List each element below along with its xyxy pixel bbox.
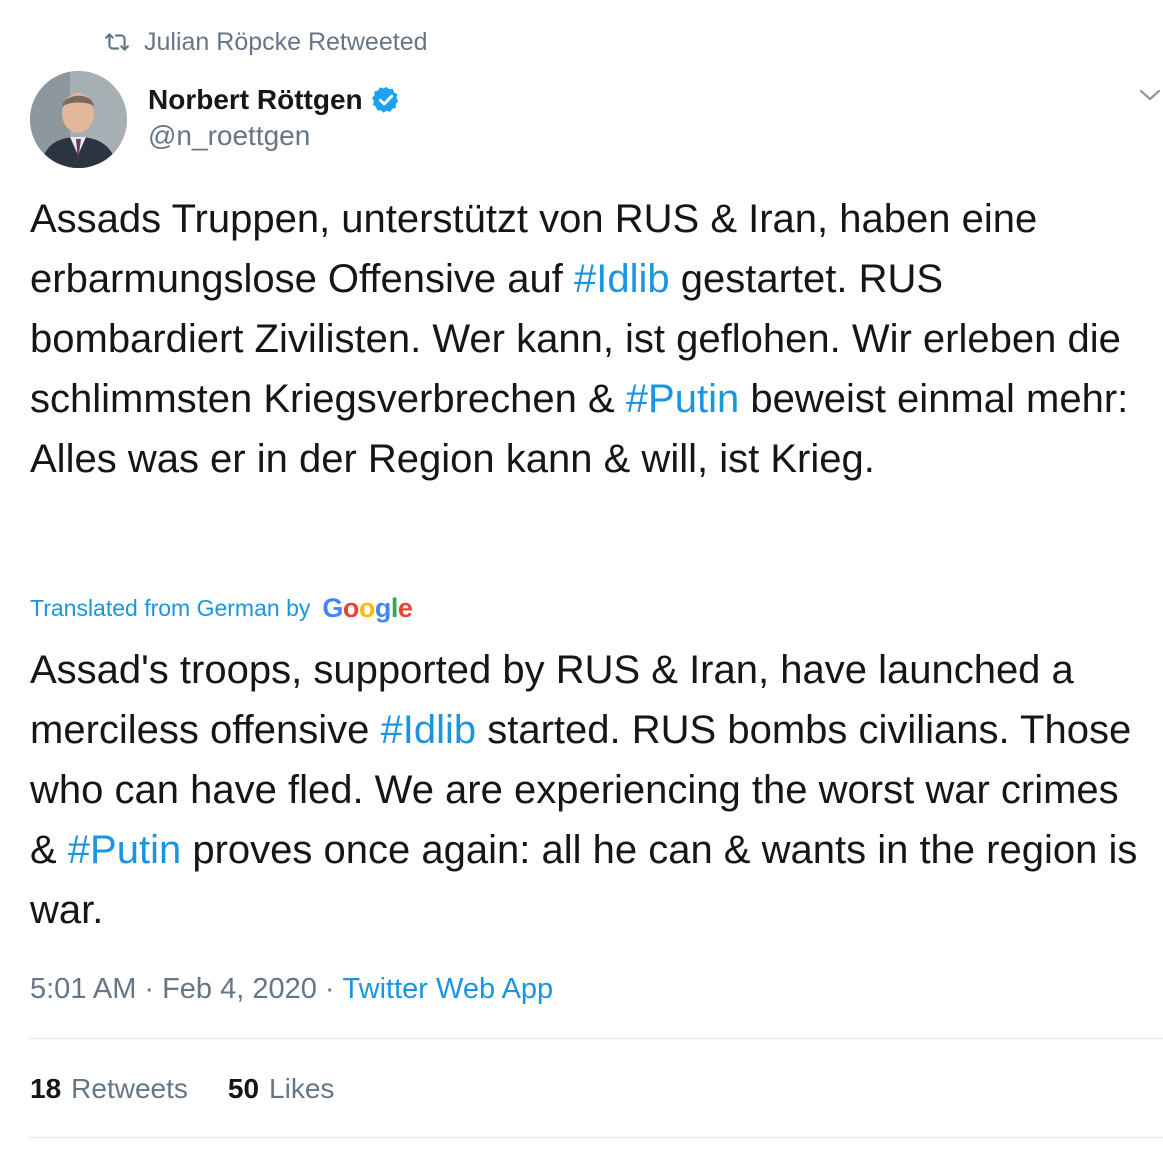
translation-attribution: Translated from German by Google [30,590,413,626]
likes-stat[interactable]: 50 Likes [228,1073,335,1105]
meta-separator: · [324,972,335,1005]
retweet-context[interactable]: Julian Röpcke Retweeted [104,26,428,58]
tweet-meta: 5:01 AM · Feb 4, 2020 · Twitter Web App [30,970,553,1008]
google-logo: Google [322,592,413,623]
tweet-source-link[interactable]: Twitter Web App [343,973,554,1006]
divider [30,1038,1163,1039]
tweet-text: Assads Truppen, unterstützt von RUS & Ir… [30,189,1155,489]
more-options-button[interactable] [1138,85,1162,105]
hashtag-link[interactable]: #Idlib [574,257,670,301]
hashtag-link[interactable]: #Idlib [381,708,477,752]
meta-separator: · [144,972,155,1005]
divider [30,1137,1163,1138]
retweet-context-text: Julian Röpcke Retweeted [144,27,428,56]
likes-count: 50 [227,1073,260,1104]
chevron-down-icon [1139,89,1161,101]
author-display-name[interactable]: Norbert Röttgen [148,84,363,116]
tweet-date[interactable]: Feb 4, 2020 [162,973,317,1006]
tweet-detail: Julian Röpcke Retweeted Norbert Röttgen … [0,0,1163,1163]
retweet-icon [105,33,129,51]
hashtag-link[interactable]: #Putin [68,828,181,872]
translation-label: Translated from German by [30,594,311,621]
likes-label: Likes [269,1073,335,1104]
translated-tweet-text: Assad's troops, supported by RUS & Iran,… [30,640,1155,940]
retweets-stat[interactable]: 18 Retweets [30,1073,188,1105]
verified-badge-icon [371,86,398,113]
author-name-row[interactable]: Norbert Röttgen [148,82,401,118]
text-segment: proves once again: all he can & wants in… [30,828,1138,932]
retweets-label: Retweets [71,1073,188,1104]
hashtag-link[interactable]: #Putin [626,377,739,421]
avatar-photo [30,71,127,168]
tweet-stats: 18 Retweets 50 Likes [30,1070,334,1108]
author-handle[interactable]: @n_roettgen [148,120,310,152]
avatar[interactable] [30,71,127,168]
tweet-time[interactable]: 5:01 AM [30,973,136,1006]
retweets-count: 18 [30,1073,62,1104]
